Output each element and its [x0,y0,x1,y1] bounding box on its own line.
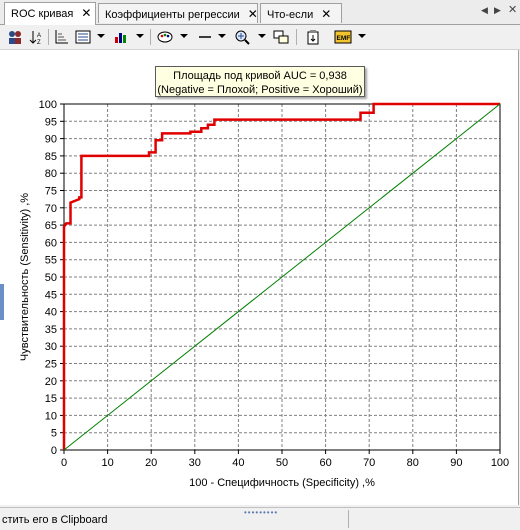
y-tick-label: 60 [45,237,57,249]
x-axis-label: 100 - Специфичность (Specificity) ,% [189,477,375,489]
y-tick-label: 45 [45,289,57,301]
status-text: стить его в Clipboard [2,514,108,526]
y-tick-label: 10 [45,410,57,422]
y-tick-label: 15 [45,393,57,405]
y-tick-label: 100 [39,99,57,111]
y-tick-label: 70 [45,203,57,215]
x-tick-label: 90 [450,457,462,469]
x-tick-label: 0 [61,457,67,469]
status-divider [348,510,349,528]
y-tick-label: 85 [45,151,57,163]
x-tick-label: 20 [145,457,157,469]
splitter-grip[interactable]: ••••••••• [244,508,278,517]
y-tick-label: 90 [45,134,57,146]
y-tick-label: 35 [45,324,57,336]
x-tick-label: 40 [232,457,244,469]
auc-line-2: (Negative = Плохой; Positive = Хороший) [157,84,363,96]
y-tick-label: 5 [51,428,57,440]
x-tick-label: 80 [407,457,419,469]
x-tick-label: 100 [491,457,509,469]
x-tick-label: 50 [276,457,288,469]
y-tick-label: 50 [45,272,57,284]
y-tick-label: 30 [45,341,57,353]
y-tick-label: 55 [45,255,57,267]
y-tick-label: 25 [45,359,57,371]
x-tick-label: 70 [363,457,375,469]
y-tick-label: 95 [45,116,57,128]
x-tick-label: 60 [319,457,331,469]
y-tick-label: 20 [45,376,57,388]
auc-line-1: Площадь под кривой AUC = 0,938 [173,70,347,82]
status-bar: ••••••••• стить его в Clipboard [0,507,520,530]
y-tick-label: 40 [45,307,57,319]
y-tick-label: 75 [45,186,57,198]
auc-annotation: Площадь под кривой AUC = 0,938 (Negative… [155,66,365,97]
x-tick-label: 10 [101,457,113,469]
y-tick-label: 0 [51,445,57,457]
y-tick-label: 65 [45,220,57,232]
x-tick-label: 30 [189,457,201,469]
y-tick-label: 80 [45,168,57,180]
y-axis-label: Чувствительность (Sensitivity) ,% [19,193,31,361]
